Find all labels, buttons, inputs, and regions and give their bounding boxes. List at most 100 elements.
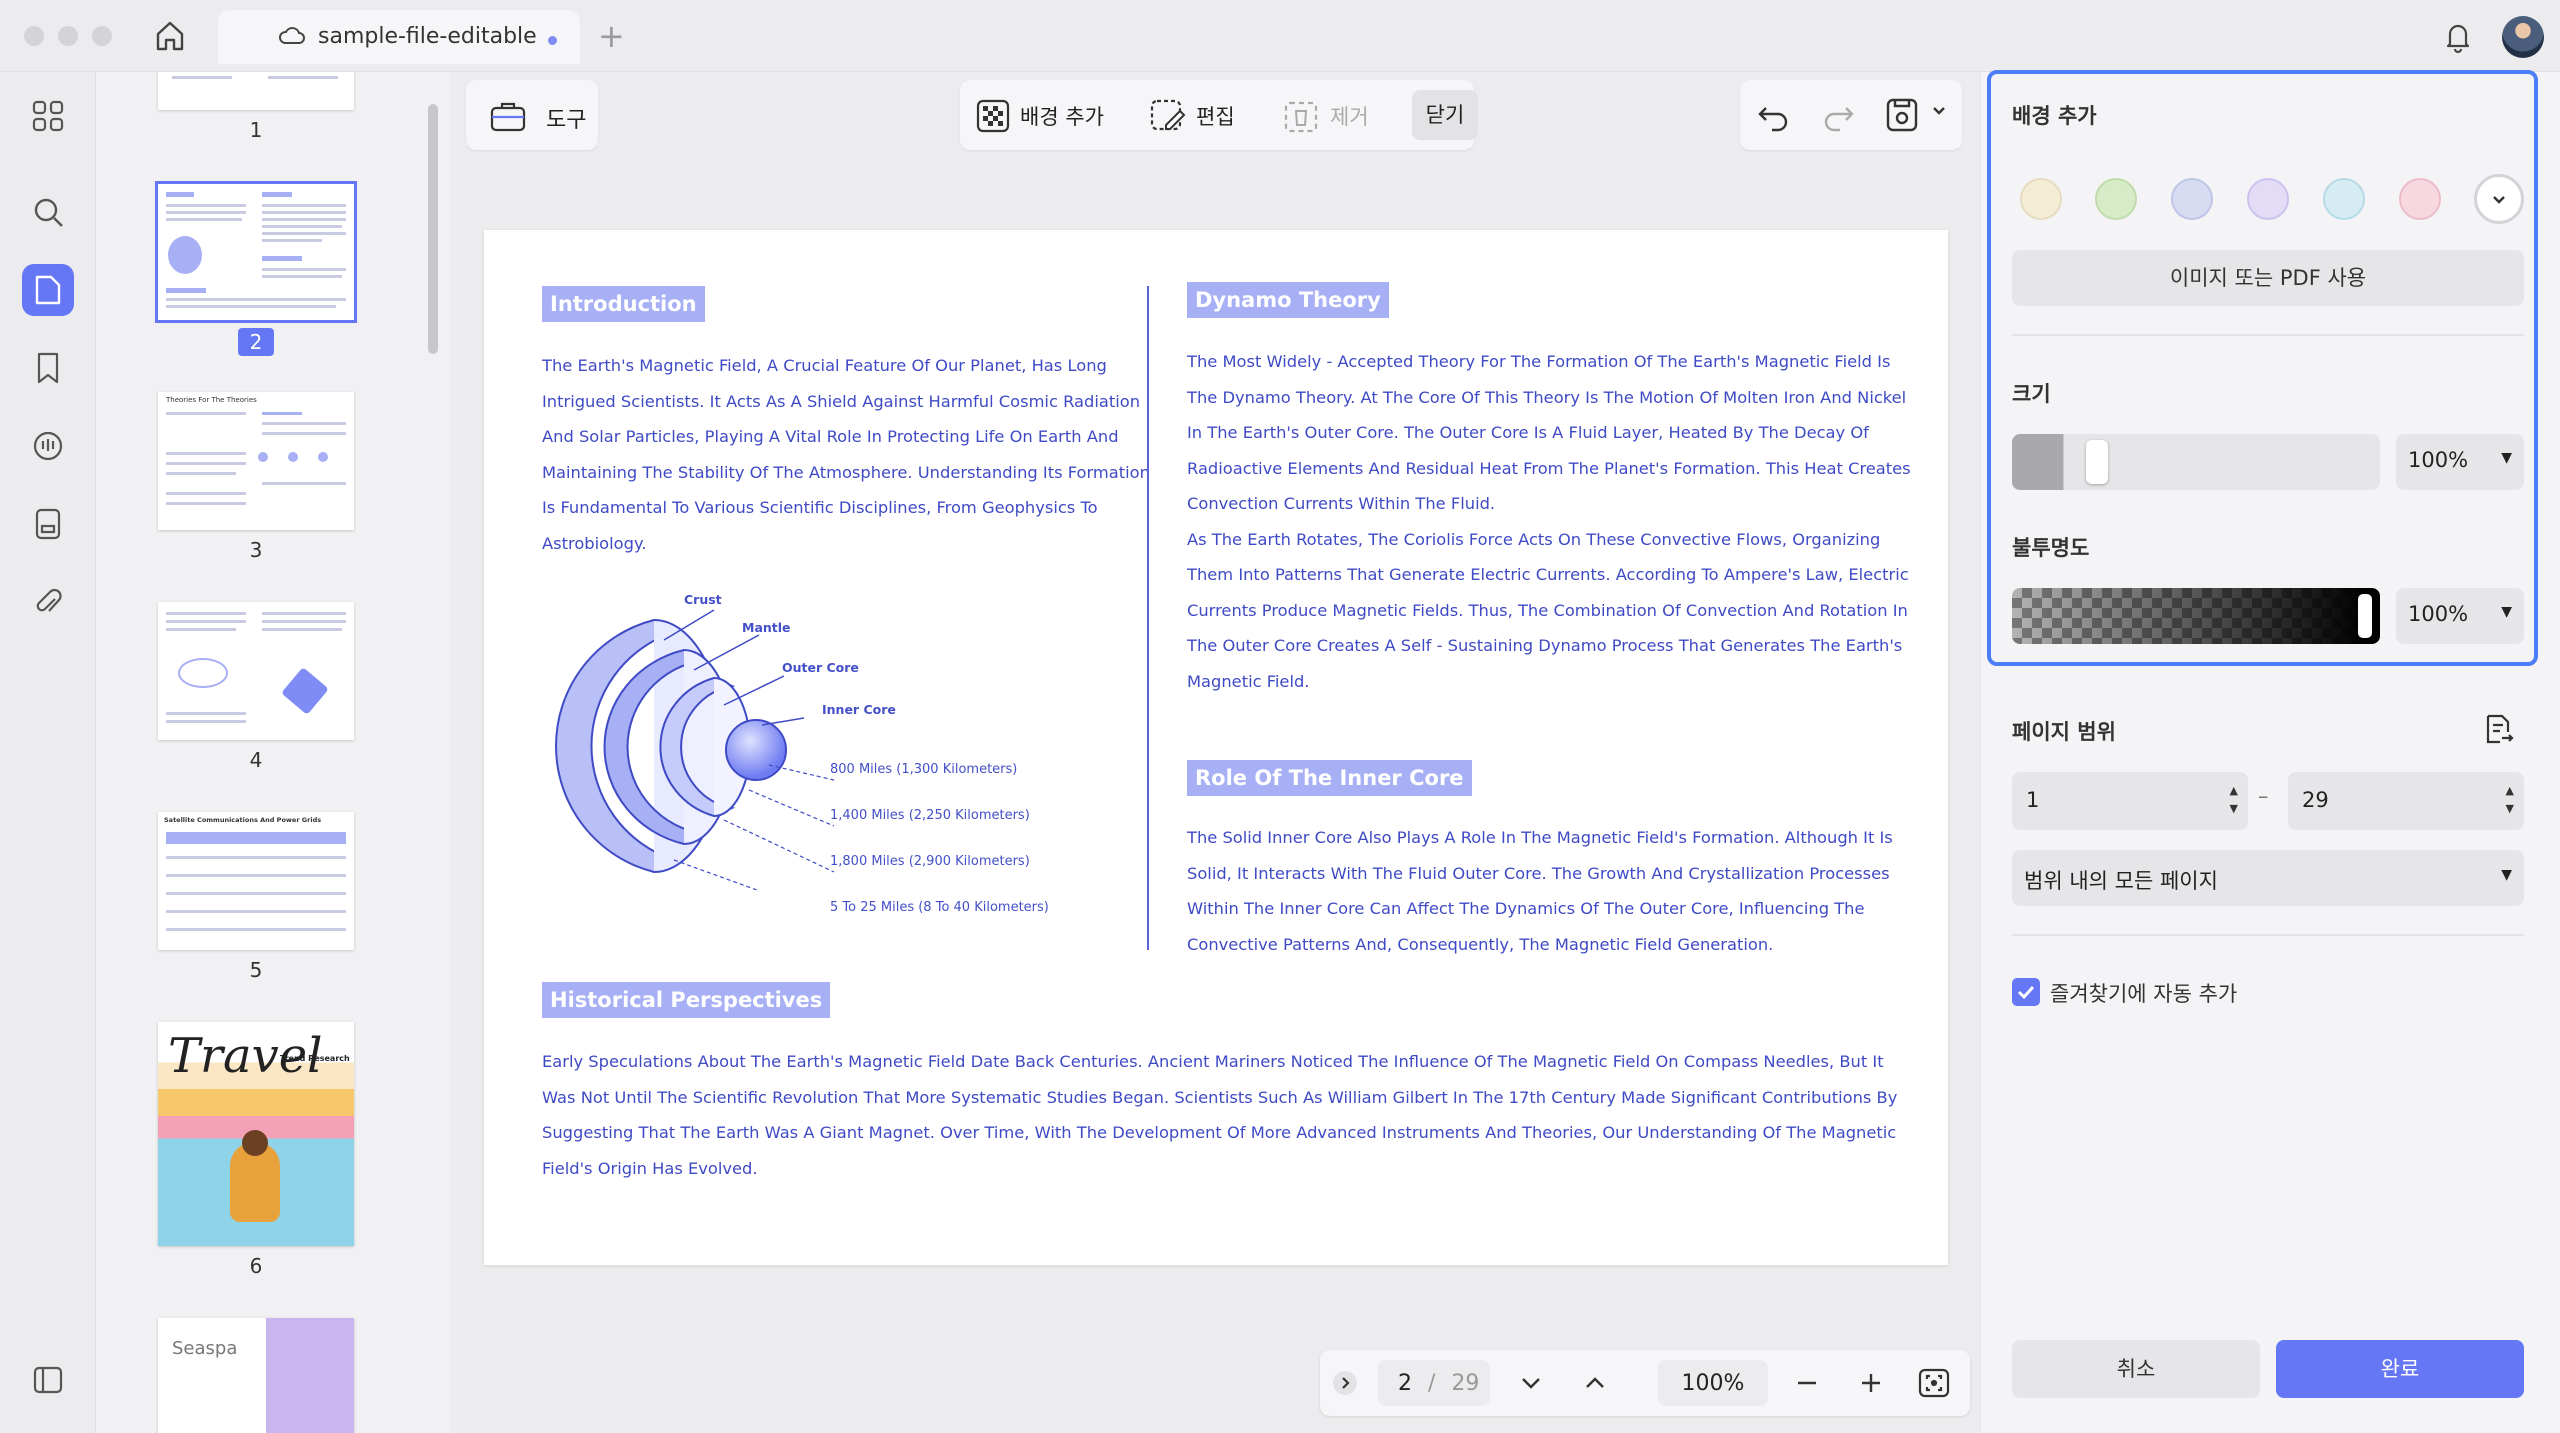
form-icon[interactable] <box>22 498 74 550</box>
add-background-button[interactable]: 배경 추가 <box>976 96 1104 136</box>
bookmark-icon[interactable] <box>22 342 74 394</box>
page-range-select[interactable]: 범위 내의 모든 페이지 ▼ <box>2012 850 2524 906</box>
window-close-button[interactable] <box>24 26 44 46</box>
page-range-option: 범위 내의 모든 페이지 <box>2024 869 2218 893</box>
comment-icon[interactable] <box>22 420 74 472</box>
thumbnail-number: 3 <box>249 538 263 562</box>
done-button[interactable]: 완료 <box>2276 1340 2524 1398</box>
search-icon[interactable] <box>22 186 74 238</box>
window-zoom-button[interactable] <box>92 26 112 46</box>
size-slider[interactable] <box>2012 434 2380 490</box>
distance-label: 1,400 Miles (2,250 Kilometers) <box>830 808 1030 823</box>
size-select[interactable]: 100% ▼ <box>2396 434 2524 490</box>
color-swatch-lavender[interactable] <box>2247 178 2289 220</box>
thumbnail-scrollbar[interactable] <box>428 104 438 354</box>
history-toolbar <box>1740 80 1962 150</box>
page-number-box[interactable]: 2 / 29 <box>1378 1360 1490 1406</box>
text-line: The Most Widely - Accepted Theory For Th… <box>1187 352 1891 371</box>
avatar[interactable] <box>2502 16 2544 58</box>
size-slider-handle[interactable] <box>2086 440 2108 484</box>
toolbox-icon <box>488 98 528 138</box>
unsaved-indicator <box>548 36 557 45</box>
undo-icon[interactable] <box>1756 98 1792 136</box>
chevron-right-icon[interactable] <box>1332 1370 1358 1400</box>
range-from-input[interactable]: 1 ▲ ▼ <box>2012 772 2248 830</box>
checker-icon <box>976 99 1010 133</box>
bookmark-checkbox-label[interactable]: 즐겨찾기에 자동 추가 <box>2050 978 2237 1008</box>
zoom-in-icon[interactable] <box>1858 1370 1884 1400</box>
background-toolbar: 배경 추가 편집 제거 닫기 <box>960 80 1478 150</box>
sidebar-toggle-icon[interactable] <box>22 1354 74 1406</box>
text-line: Suggesting That The Earth Was A Giant Ma… <box>542 1123 1897 1142</box>
tools-button[interactable]: 도구 <box>466 80 598 150</box>
range-dash: – <box>2258 784 2269 808</box>
redo-icon[interactable] <box>1820 98 1856 136</box>
thumbnail-number: 4 <box>249 748 263 772</box>
bookmark-checkbox[interactable] <box>2012 978 2040 1006</box>
close-button[interactable]: 닫기 <box>1412 90 1478 140</box>
cancel-button[interactable]: 취소 <box>2012 1340 2260 1398</box>
stepper-icon[interactable]: ▲ ▼ <box>2506 782 2514 818</box>
save-icon[interactable] <box>1884 96 1920 138</box>
thumbnail-page-4[interactable] <box>158 602 354 740</box>
add-background-label: 배경 추가 <box>1020 105 1104 129</box>
range-from-value: 1 <box>2026 788 2040 812</box>
text-line: Is Fundamental To Various Scientific Dis… <box>542 498 1098 517</box>
total-pages: 29 <box>1451 1370 1480 1396</box>
text-line: Astrobiology. <box>542 533 647 553</box>
thumbnail-page-1[interactable] <box>158 72 354 110</box>
thumbnail-number: 5 <box>249 958 263 982</box>
zoom-level[interactable]: 100% <box>1658 1360 1768 1406</box>
grid-icon[interactable] <box>22 90 74 142</box>
thumbnail-page-6[interactable]: Travel Trend Research <box>158 1022 354 1246</box>
use-image-or-pdf-button[interactable]: 이미지 또는 PDF 사용 <box>2012 250 2524 306</box>
thumbnail-page-3[interactable]: Theories For The Theories <box>158 392 354 530</box>
chevron-down-icon <box>2493 196 2505 204</box>
divider <box>2012 934 2524 936</box>
chevron-down-icon[interactable] <box>1930 102 1948 124</box>
text-line: The Solid Inner Core Also Plays A Role I… <box>1187 828 1893 847</box>
color-swatch-green[interactable] <box>2095 178 2137 220</box>
edit-button[interactable]: 편집 <box>1150 96 1235 136</box>
color-swatch-beige[interactable] <box>2020 178 2062 220</box>
previous-page-icon[interactable] <box>1582 1370 1608 1400</box>
distance-label: 5 To 25 Miles (8 To 40 Kilometers) <box>830 900 1049 915</box>
window-minimize-button[interactable] <box>58 26 78 46</box>
thumbnail-page-2[interactable] <box>155 181 357 323</box>
color-swatch-pink[interactable] <box>2399 178 2441 220</box>
home-icon[interactable] <box>150 18 190 54</box>
remove-button[interactable]: 제거 <box>1284 96 1369 136</box>
opacity-slider[interactable] <box>2012 588 2380 644</box>
document-tab[interactable]: sample-file-editable <box>218 10 580 64</box>
page-separator: / <box>1428 1370 1436 1396</box>
text-line: Magnetic Field. <box>1187 671 1310 691</box>
introduction-paragraph: The Earth's Magnetic Field, A Crucial Fe… <box>542 348 1150 561</box>
next-page-icon[interactable] <box>1518 1370 1544 1400</box>
bell-icon[interactable] <box>2440 18 2476 58</box>
color-swatch-blue[interactable] <box>2171 178 2213 220</box>
thumbnail-page-5[interactable]: Satellite Communications And Power Grids <box>158 812 354 950</box>
new-tab-button[interactable]: + <box>598 18 625 54</box>
text-line: The Earth's Magnetic Field, A Crucial Fe… <box>542 356 1107 375</box>
fit-page-icon[interactable] <box>1918 1368 1950 1402</box>
introduction-heading: Introduction <box>542 286 705 322</box>
page-thumbnails-icon[interactable] <box>22 264 74 316</box>
thumbnail-page-7[interactable]: Seaspa <box>158 1318 354 1433</box>
zoom-out-icon[interactable] <box>1794 1370 1820 1400</box>
attachment-icon[interactable] <box>22 576 74 628</box>
divider <box>2012 334 2524 336</box>
checkmark-icon <box>2017 985 2035 1000</box>
stepper-icon[interactable]: ▲ ▼ <box>2230 782 2238 818</box>
more-colors-button[interactable] <box>2474 174 2524 224</box>
color-swatch-cyan[interactable] <box>2323 178 2365 220</box>
current-page: 2 <box>1398 1370 1412 1396</box>
left-rail <box>0 72 96 1433</box>
range-to-input[interactable]: 29 ▲ ▼ <box>2288 772 2524 830</box>
caret-down-icon: ▼ <box>2501 450 2512 466</box>
text-line: Radioactive Elements And Residual Heat F… <box>1187 458 1911 478</box>
opacity-select[interactable]: 100% ▼ <box>2396 588 2524 644</box>
inner-core-label: Inner Core <box>822 702 896 717</box>
opacity-slider-handle[interactable] <box>2358 594 2372 638</box>
page-range-icon[interactable] <box>2480 712 2516 752</box>
edit-background-icon <box>1150 99 1186 131</box>
